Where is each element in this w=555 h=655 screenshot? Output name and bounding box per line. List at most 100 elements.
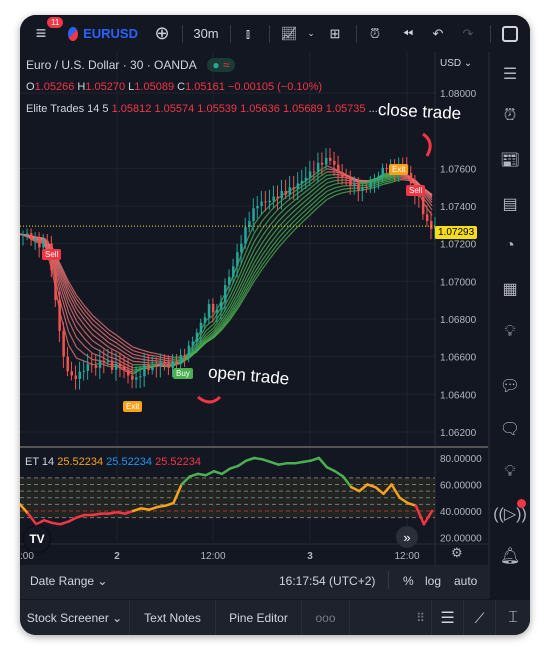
chart-area[interactable]: 1.08000 1.07600 1.07400 1.07200 1.07000 1.068… bbox=[20, 52, 488, 565]
lightbulb-icon[interactable]: 💡︎ bbox=[498, 320, 522, 344]
log-toggle[interactable]: log bbox=[425, 574, 441, 588]
pie-chart-icon[interactable]: ◔ bbox=[498, 234, 522, 258]
candle bbox=[377, 175, 380, 179]
candle bbox=[264, 201, 267, 203]
ribbon-line bbox=[326, 176, 336, 180]
alarm-icon: ⏰︎ bbox=[369, 25, 381, 41]
close-trade-annotation: close trade bbox=[377, 99, 462, 124]
tab-more[interactable]: ooo bbox=[302, 600, 350, 635]
ribbon-line bbox=[149, 351, 158, 355]
ribbon-line bbox=[149, 354, 158, 357]
measure-icon[interactable]: ⌶ bbox=[496, 600, 530, 635]
drag-handle-icon[interactable]: ⠿ bbox=[410, 600, 432, 635]
tradingview-logo[interactable]: TV bbox=[24, 526, 50, 552]
tab-text-notes[interactable]: Text Notes bbox=[130, 600, 216, 635]
notification-badge: 11 bbox=[47, 17, 64, 28]
time-tick: 12:00 bbox=[394, 551, 419, 562]
watchlist-icon[interactable]: ☰ bbox=[498, 62, 522, 86]
candle bbox=[385, 167, 389, 169]
indicators-dropdown[interactable]: ⌄ bbox=[304, 15, 318, 52]
indicators-icon: 📈︎ bbox=[280, 25, 298, 41]
candle bbox=[183, 354, 187, 357]
price-tick: 1.07600 bbox=[440, 164, 477, 175]
undo-button[interactable]: ↶ bbox=[426, 15, 450, 52]
ribbon-line bbox=[76, 346, 86, 355]
price-tick: 1.07000 bbox=[440, 277, 477, 288]
tab-pine-editor[interactable]: Pine Editor bbox=[216, 600, 302, 635]
candle bbox=[260, 201, 263, 207]
alarm-icon[interactable]: ⏰︎ bbox=[498, 104, 522, 128]
candle bbox=[288, 187, 292, 195]
fullscreen-button[interactable] bbox=[498, 15, 522, 52]
layouts-button[interactable]: ⊞ bbox=[323, 15, 347, 52]
chat-icon[interactable]: 💬︎ bbox=[498, 374, 522, 398]
double-chevron-right-icon: » bbox=[403, 529, 411, 545]
news-icon[interactable]: 📰︎ bbox=[498, 148, 522, 172]
candle bbox=[207, 303, 211, 318]
auto-toggle[interactable]: auto bbox=[454, 574, 477, 588]
candle bbox=[38, 238, 41, 248]
sell-label: Sell bbox=[42, 249, 62, 260]
candle bbox=[110, 360, 114, 370]
calculator-icon[interactable]: ▤ bbox=[498, 192, 522, 216]
candle bbox=[276, 196, 280, 199]
alert-button[interactable]: ⏰︎ bbox=[363, 15, 387, 52]
tab-stock-screener[interactable]: Stock Screener ⌄ bbox=[20, 600, 130, 635]
candle bbox=[191, 341, 195, 346]
chat-icon[interactable]: 🗨︎ bbox=[498, 417, 522, 441]
chevron-down-icon: ⌄ bbox=[307, 28, 315, 38]
indicator-line bbox=[59, 520, 70, 526]
candle bbox=[353, 183, 356, 186]
calendar-icon[interactable]: ▦ bbox=[498, 277, 522, 301]
candle bbox=[131, 375, 134, 380]
square-icon bbox=[502, 25, 518, 42]
candle bbox=[42, 240, 45, 248]
candle bbox=[70, 371, 73, 376]
indicators-button[interactable]: 📈︎ bbox=[276, 15, 302, 52]
compare-button[interactable]: ⊕ bbox=[150, 15, 174, 52]
chart-canvas[interactable]: 1.08000 1.07600 1.07400 1.07200 1.07000 1.068… bbox=[20, 52, 488, 565]
live-stream-icon[interactable]: ((▷)) bbox=[493, 499, 527, 526]
candle bbox=[78, 371, 82, 379]
time-tick: 12:00 bbox=[200, 551, 225, 562]
chart-type-button[interactable]: ⫾ bbox=[236, 15, 260, 52]
arrow-icon bbox=[197, 395, 222, 404]
candle bbox=[300, 180, 304, 184]
candle bbox=[62, 330, 65, 357]
menu-button[interactable]: ≡ 11 bbox=[26, 15, 64, 52]
candle bbox=[187, 345, 191, 357]
candle bbox=[223, 285, 227, 302]
candle bbox=[215, 309, 219, 313]
candle bbox=[22, 234, 25, 236]
ribbon-line bbox=[92, 334, 102, 342]
status-bar: Date Range ⌄ 16:17:54 (UTC+2) % log auto bbox=[20, 565, 488, 597]
percent-toggle[interactable]: % bbox=[403, 574, 414, 588]
indicator-tick: 40.00000 bbox=[440, 507, 482, 518]
scroll-to-realtime-button[interactable]: » bbox=[396, 526, 418, 548]
clock[interactable]: 16:17:54 (UTC+2) bbox=[279, 574, 375, 588]
ribbon-line bbox=[310, 206, 320, 215]
ideas-stream-icon[interactable]: 💡︎ bbox=[498, 460, 522, 484]
settings-gear-icon[interactable]: ⚙ bbox=[451, 545, 463, 561]
indicator-legend: ET 14 25.52234 25.52234 25.52234 bbox=[25, 456, 201, 468]
ribbon-line bbox=[108, 346, 118, 353]
symbol-button[interactable]: EURUSD bbox=[68, 15, 138, 52]
redo-icon: ↷ bbox=[462, 25, 474, 41]
last-price-label: 1.07293 bbox=[435, 226, 478, 239]
bell-icon[interactable]: 🔔︎ bbox=[498, 544, 522, 568]
ribbon-line bbox=[67, 311, 78, 329]
date-range-button[interactable]: Date Range ⌄ bbox=[30, 574, 107, 588]
candle bbox=[284, 190, 288, 195]
candle bbox=[244, 227, 247, 244]
indicator-legend[interactable]: Elite Trades 14 5 1.05812 1.05574 1.0553… bbox=[26, 103, 378, 115]
replay-button[interactable]: ⏪︎ bbox=[396, 15, 420, 52]
candle bbox=[312, 171, 316, 173]
data-window-icon[interactable]: ⟋ bbox=[464, 600, 496, 635]
indicator-line bbox=[317, 456, 329, 469]
interval-button[interactable]: 30m bbox=[188, 15, 224, 52]
object-tree-icon[interactable]: ☰ bbox=[432, 600, 464, 635]
candle bbox=[252, 208, 255, 222]
currency-selector[interactable]: USD ⌄ bbox=[440, 58, 472, 69]
redo-button[interactable]: ↷ bbox=[456, 15, 480, 52]
indicator-line bbox=[34, 519, 46, 526]
